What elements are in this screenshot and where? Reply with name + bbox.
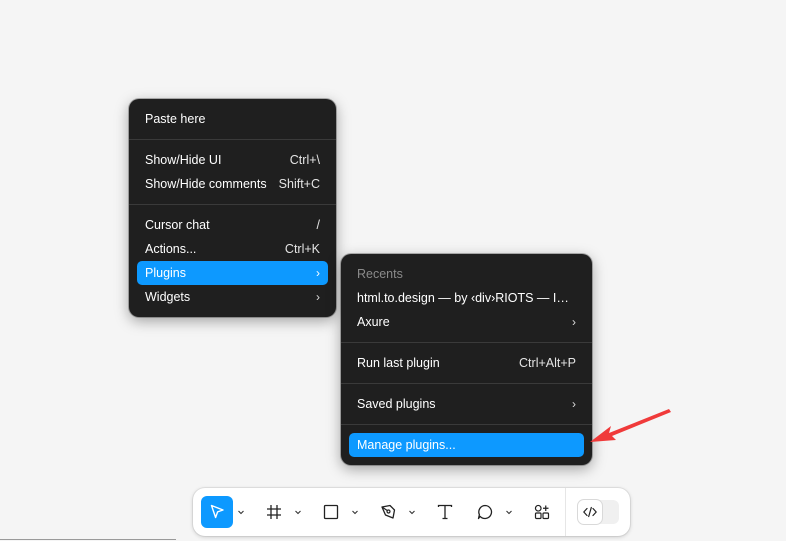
rectangle-icon [323,504,339,520]
menu-item-label: Show/Hide comments [145,177,267,191]
menu-item-html-to-design[interactable]: html.to.design — by ‹div›RIOTS — Im... [349,286,584,310]
recents-header: Recents [357,267,403,281]
move-cursor-icon [210,504,224,519]
comment-tool-dropdown[interactable] [503,496,515,528]
menu-item-show-hide-ui[interactable]: Show/Hide UI Ctrl+\ [137,148,328,172]
menu-item-label: Run last plugin [357,356,440,370]
pen-icon [381,504,396,519]
frame-icon [267,505,281,519]
canvas-edge-line [0,539,176,540]
menu-item-label: Paste here [145,112,206,126]
frame-tool-dropdown[interactable] [292,496,304,528]
chevron-down-icon [506,510,512,515]
dev-mode-toggle[interactable] [578,500,619,524]
menu-item-shortcut: / [316,218,320,232]
menu-separator [341,383,592,384]
menu-item-run-last-plugin[interactable]: Run last plugin Ctrl+Alt+P [349,351,584,375]
menu-item-shortcut: Shift+C [278,177,320,191]
comment-tool-button[interactable] [469,496,501,528]
menu-item-label: Axure [357,315,390,329]
menu-item-label: html.to.design — by ‹div›RIOTS — Im... [357,291,576,305]
menu-item-shortcut: Ctrl+K [284,242,320,256]
menu-separator [129,139,336,140]
shape-tool-dropdown[interactable] [349,496,361,528]
chevron-down-icon [409,510,415,515]
toolbar-divider [565,488,566,536]
chevron-down-icon [238,510,244,515]
menu-item-plugins[interactable]: Plugins › [137,261,328,285]
menu-item-shortcut: Ctrl+Alt+P [519,356,576,370]
resources-tool-button[interactable] [526,496,558,528]
menu-separator [129,204,336,205]
menu-item-label: Actions... [145,242,197,256]
resources-icon [534,504,550,520]
chevron-right-icon: › [572,397,576,411]
menu-item-label: Plugins [145,266,186,280]
menu-item-axure[interactable]: Axure › [349,310,584,334]
menu-item-label: Show/Hide UI [145,153,222,167]
menu-item-cursor-chat[interactable]: Cursor chat / [137,213,328,237]
chevron-right-icon: › [316,290,320,304]
dev-mode-toggle-knob [578,500,602,524]
comment-icon [477,504,493,520]
plugins-submenu: Recents html.to.design — by ‹div›RIOTS —… [341,254,592,465]
frame-tool-button[interactable] [258,496,290,528]
menu-item-actions[interactable]: Actions... Ctrl+K [137,237,328,261]
menu-separator [341,342,592,343]
context-menu: Paste here Show/Hide UI Ctrl+\ Show/Hide… [129,99,336,317]
text-icon [437,504,453,520]
menu-item-saved-plugins[interactable]: Saved plugins › [349,392,584,416]
menu-item-show-hide-comments[interactable]: Show/Hide comments Shift+C [137,172,328,196]
bottom-toolbar [193,488,630,536]
code-icon [583,506,597,518]
pen-tool-dropdown[interactable] [406,496,418,528]
menu-item-manage-plugins[interactable]: Manage plugins... [349,433,584,457]
chevron-down-icon [352,510,358,515]
chevron-down-icon [295,510,301,515]
annotation-arrow-icon [590,409,671,442]
chevron-right-icon: › [572,315,576,329]
menu-separator [341,424,592,425]
menu-item-label: Saved plugins [357,397,436,411]
pen-tool-button[interactable] [372,496,404,528]
menu-item-label: Manage plugins... [357,438,456,452]
text-tool-button[interactable] [429,496,461,528]
menu-item-paste-here[interactable]: Paste here [137,107,328,131]
menu-item-label: Cursor chat [145,218,210,232]
menu-item-shortcut: Ctrl+\ [289,153,320,167]
shape-tool-button[interactable] [315,496,347,528]
menu-item-label: Widgets [145,290,191,304]
move-tool-dropdown[interactable] [235,496,247,528]
chevron-right-icon: › [316,266,320,280]
move-tool-button[interactable] [201,496,233,528]
menu-item-widgets[interactable]: Widgets › [137,285,328,309]
